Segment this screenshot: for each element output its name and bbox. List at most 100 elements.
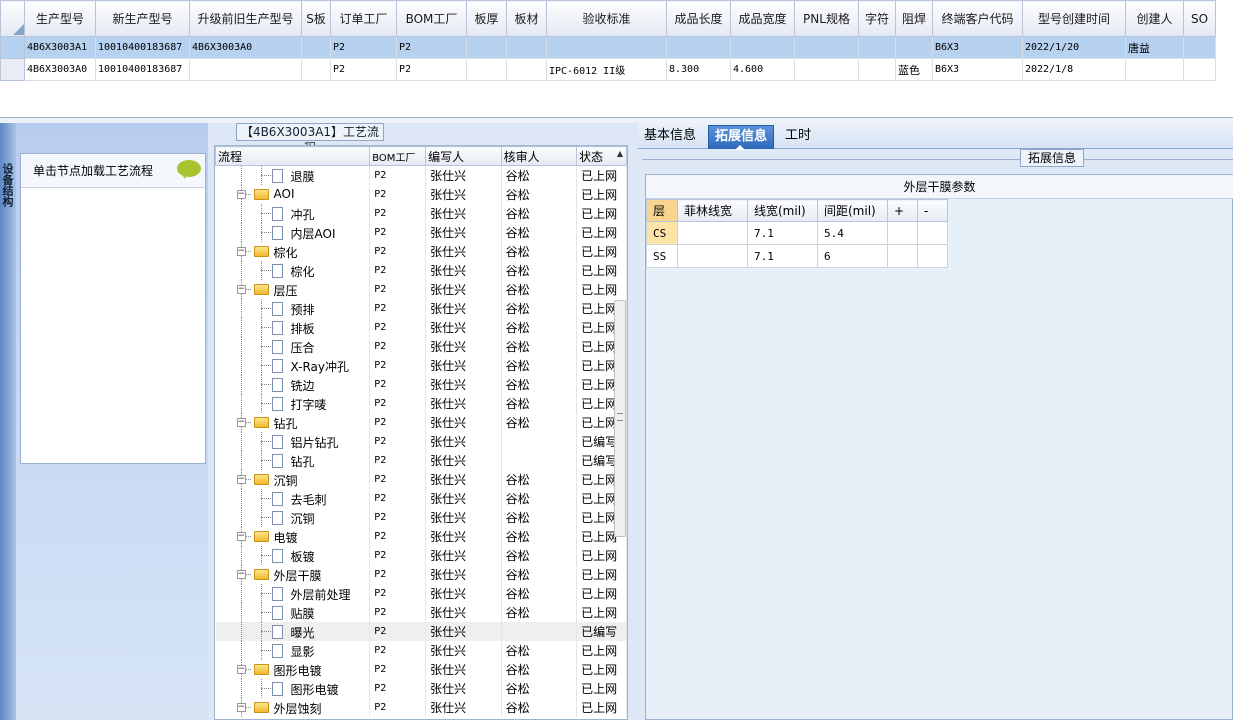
param-cell[interactable]: 6 [817,244,888,268]
process-name-cell[interactable]: 显影 [215,641,371,660]
process-reviewer-cell[interactable] [501,432,578,451]
process-writer-cell[interactable]: 张仕兴 [425,508,502,527]
process-row[interactable]: − 电镀 P2 张仕兴 谷松 已上网 [215,527,627,546]
process-writer-cell[interactable]: 张仕兴 [425,698,502,717]
tree-node[interactable]: 板镀 [216,546,369,565]
process-writer-cell[interactable]: 张仕兴 [425,356,502,375]
tree-node[interactable]: 铝片钻孔 [216,432,369,451]
process-status-cell[interactable]: 已上网 [576,584,627,603]
process-reviewer-cell[interactable]: 谷松 [501,337,578,356]
param-grid[interactable]: 层 菲林线宽 线宽(mil) 间距(mil) + - CS 7.1 5.4 SS 7.1… [646,199,948,268]
process-bom-cell[interactable]: P2 [369,318,427,337]
process-name-cell[interactable]: − 层压 [215,280,371,299]
process-name-cell[interactable]: 退膜 [215,165,371,185]
process-row[interactable]: 贴膜 P2 张仕兴 谷松 已上网 [215,603,627,622]
process-status-cell[interactable]: 已上网 [576,165,627,185]
tree-node[interactable]: 打字唛 [216,394,369,413]
tree-node[interactable]: 棕化 [216,261,369,280]
tab-work-hours[interactable]: 工时 [779,125,817,149]
process-row[interactable]: 铝片钻孔 P2 张仕兴 已编写 [215,432,627,451]
process-reviewer-cell[interactable]: 谷松 [501,375,578,394]
process-row[interactable]: 冲孔 P2 张仕兴 谷松 已上网 [215,204,627,223]
col-header[interactable]: 升级前旧生产型号 [189,0,302,37]
process-name-cell[interactable]: 曝光 [215,622,371,641]
process-bom-cell[interactable]: P2 [369,223,427,242]
col-header[interactable]: PNL规格 [794,0,859,37]
grid-cell[interactable]: 蓝色 [895,58,933,81]
side-strip[interactable]: 设备结构 [0,123,16,720]
grid-cell[interactable]: 唐益 [1125,36,1184,59]
process-bom-cell[interactable]: P2 [369,679,427,698]
tree-node[interactable]: 沉铜 [216,508,369,527]
tree-node[interactable]: 图形电镀 [216,679,369,698]
col-header[interactable]: 新生产型号 [95,0,190,37]
tree-node[interactable]: 内层AOI [216,223,369,242]
grid-cell[interactable]: B6X3 [932,58,1023,81]
process-row[interactable]: 图形电镀 P2 张仕兴 谷松 已上网 [215,679,627,698]
tree-node[interactable]: 曝光 [216,622,369,641]
process-reviewer-cell[interactable]: 谷松 [501,223,578,242]
process-row[interactable]: 去毛刺 P2 张仕兴 谷松 已上网 [215,489,627,508]
process-writer-cell[interactable]: 张仕兴 [425,223,502,242]
process-status-cell[interactable]: 已编写 [576,622,627,641]
tree-node[interactable]: − 图形电镀 [216,660,369,679]
process-bom-cell[interactable]: P2 [369,280,427,299]
process-bom-cell[interactable]: P2 [369,489,427,508]
grid-cell[interactable]: 4B6X3003A0 [24,58,96,81]
param-cell[interactable]: 7.1 [747,244,818,268]
grid-cell[interactable] [858,58,896,81]
process-name-cell[interactable]: − 沉铜 [215,470,371,489]
process-status-cell[interactable]: 已上网 [576,641,627,660]
process-writer-cell[interactable]: 张仕兴 [425,546,502,565]
process-status-cell[interactable]: 已上网 [576,223,627,242]
col-header[interactable]: 流程 [215,146,371,166]
node-panel[interactable]: 单击节点加载工艺流程 [20,153,206,464]
process-name-cell[interactable]: 棕化 [215,261,371,280]
process-writer-cell[interactable]: 张仕兴 [425,584,502,603]
process-bom-cell[interactable]: P2 [369,299,427,318]
process-name-cell[interactable]: 排板 [215,318,371,337]
process-row[interactable]: − 钻孔 P2 张仕兴 谷松 已上网 [215,413,627,432]
process-status-cell[interactable]: 已上网 [576,698,627,717]
process-name-cell[interactable]: 板镀 [215,546,371,565]
process-reviewer-cell[interactable]: 谷松 [501,356,578,375]
tree-node[interactable]: 去毛刺 [216,489,369,508]
process-row[interactable]: X-Ray冲孔 P2 张仕兴 谷松 已上网 [215,356,627,375]
process-status-cell[interactable]: 已上网 [576,565,627,584]
process-bom-cell[interactable]: P2 [369,565,427,584]
process-name-cell[interactable]: 贴膜 [215,603,371,622]
grid-corner[interactable] [0,0,25,37]
process-status-cell[interactable]: 已上网 [576,603,627,622]
process-bom-cell[interactable]: P2 [369,546,427,565]
process-name-cell[interactable]: − 电镀 [215,527,371,546]
process-status-cell[interactable]: 已上网 [576,546,627,565]
process-row[interactable]: − 沉铜 P2 张仕兴 谷松 已上网 [215,470,627,489]
grid-cell[interactable] [546,36,667,59]
collapse-icon[interactable]: − [236,570,246,579]
col-header[interactable]: 成品长度 [666,0,731,37]
col-header[interactable]: BOM工厂 [369,146,427,166]
process-reviewer-cell[interactable]: 谷松 [501,546,578,565]
process-reviewer-cell[interactable]: 谷松 [501,679,578,698]
process-bom-cell[interactable]: P2 [369,165,427,185]
process-writer-cell[interactable]: 张仕兴 [425,299,502,318]
grid-cell[interactable] [794,36,859,59]
process-tree-grid[interactable]: 流程 BOM工厂 编写人 核审人 状态 退膜 P2 张仕兴 谷松 已上网 − AOI P2 张仕… [214,145,628,720]
process-bom-cell[interactable]: P2 [369,394,427,413]
grid-cell[interactable] [301,58,331,81]
process-reviewer-cell[interactable]: 谷松 [501,165,578,185]
grid-cell[interactable]: P2 [396,58,467,81]
grid-cell[interactable]: 4B6X3003A1 [24,36,96,59]
process-row[interactable]: 板镀 P2 张仕兴 谷松 已上网 [215,546,627,565]
process-bom-cell[interactable]: P2 [369,698,427,717]
col-header[interactable]: 型号创建时间 [1022,0,1126,37]
param-cell[interactable] [677,244,748,268]
process-writer-cell[interactable]: 张仕兴 [425,527,502,546]
col-header[interactable]: 线宽(mil) [747,199,818,222]
process-reviewer-cell[interactable]: 谷松 [501,641,578,660]
process-writer-cell[interactable]: 张仕兴 [425,185,502,204]
col-header[interactable]: 生产型号 [24,0,96,37]
process-bom-cell[interactable]: P2 [369,432,427,451]
process-reviewer-cell[interactable]: 谷松 [501,413,578,432]
process-status-cell[interactable]: 已上网 [576,242,627,261]
